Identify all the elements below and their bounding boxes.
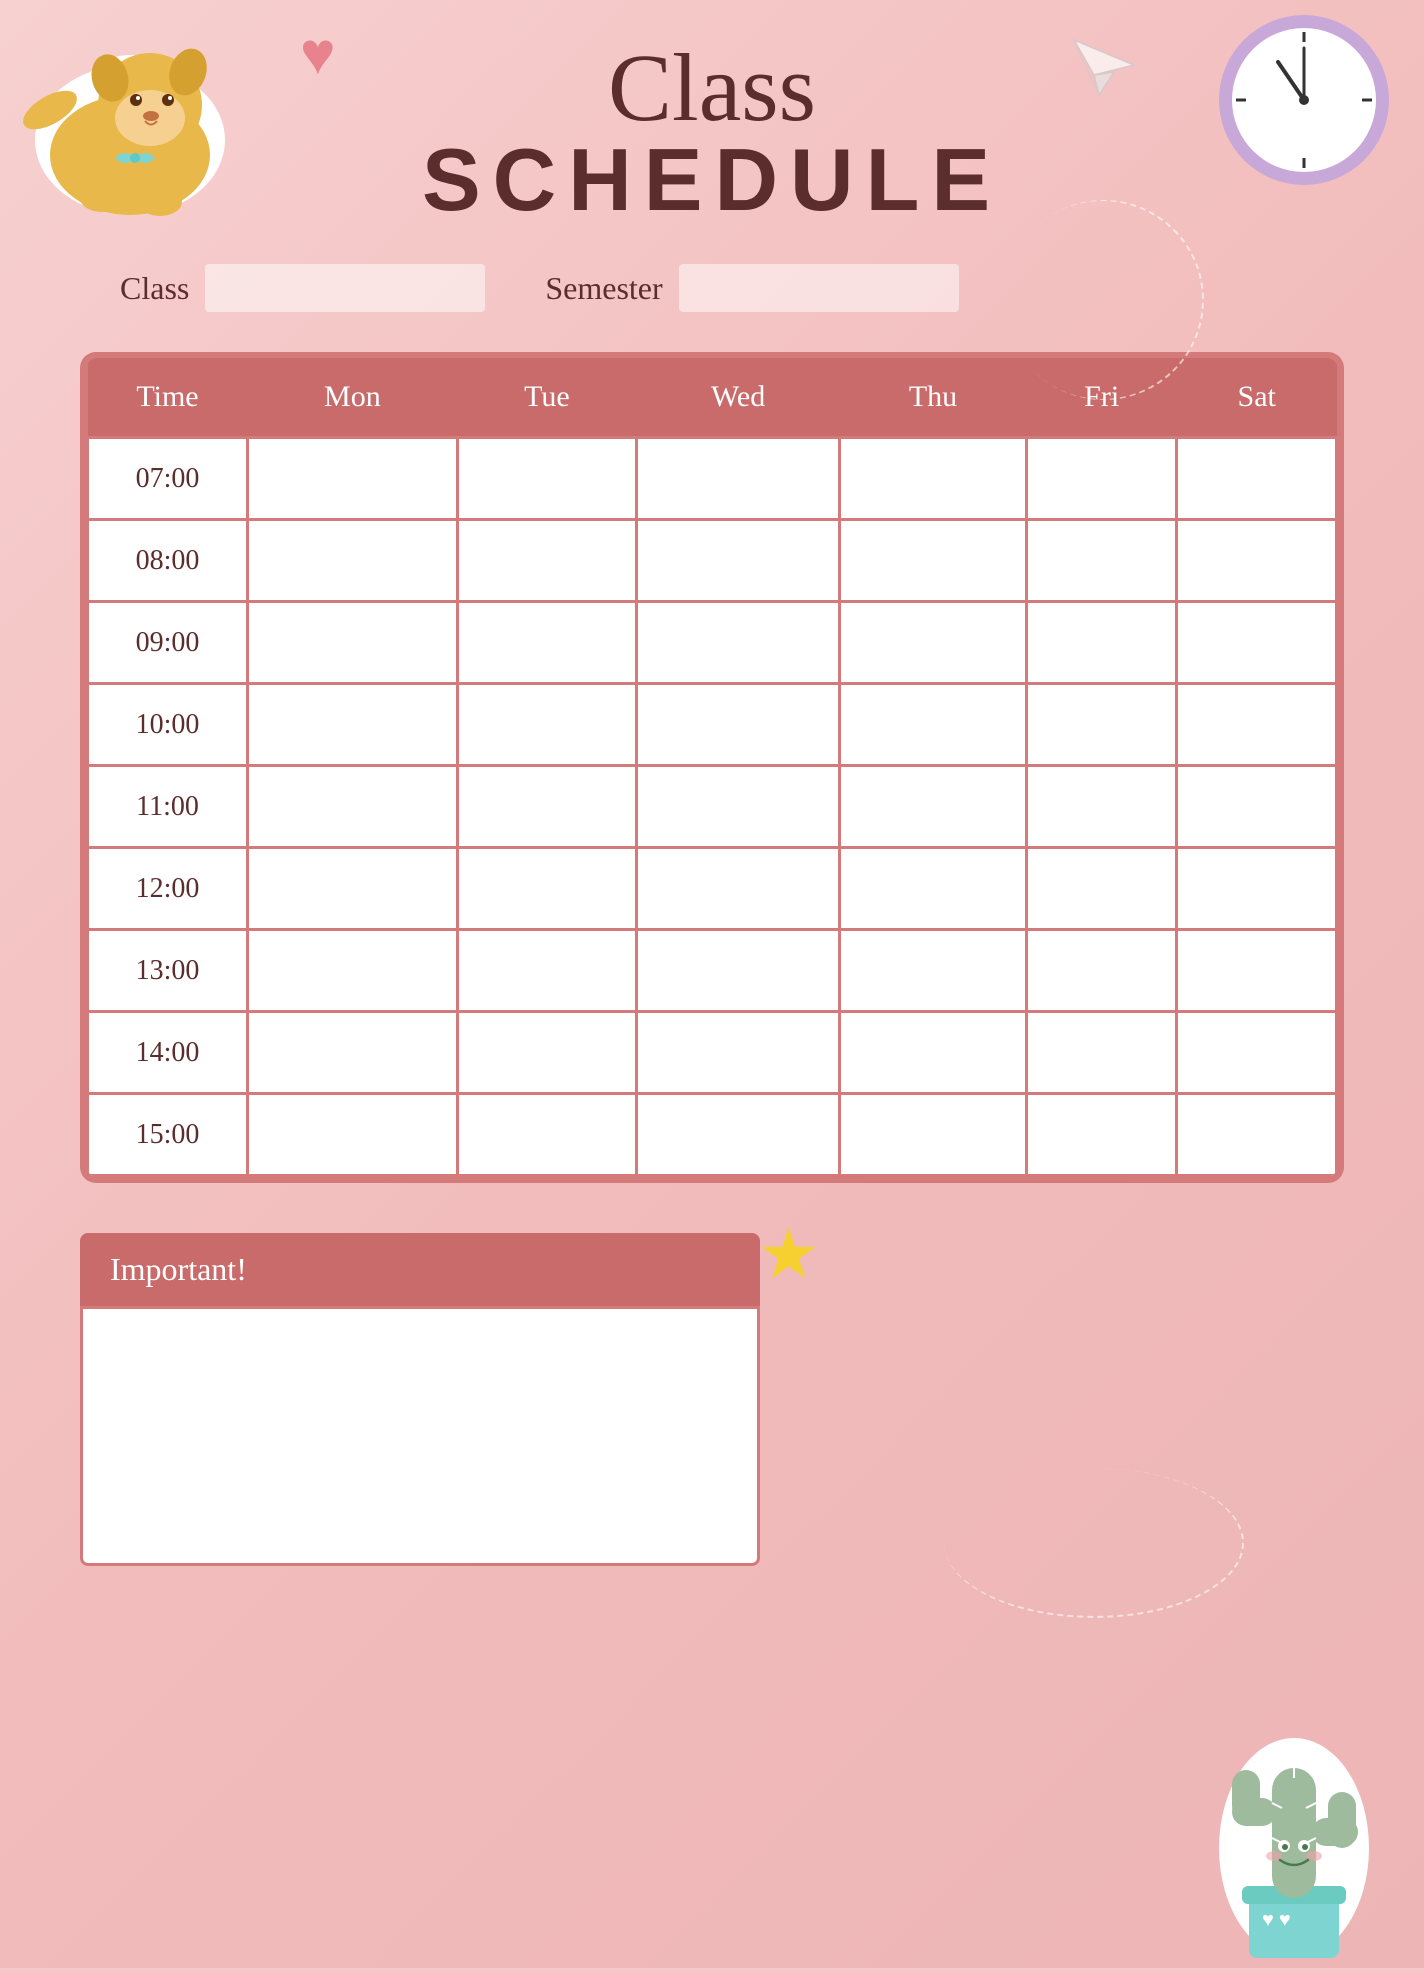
- schedule-cell[interactable]: [248, 848, 458, 930]
- schedule-cell[interactable]: [840, 438, 1027, 520]
- schedule-cell[interactable]: [1026, 684, 1176, 766]
- svg-text:♥ ♥: ♥ ♥: [1262, 1909, 1291, 1931]
- time-cell: 11:00: [88, 766, 248, 848]
- schedule-cell[interactable]: [457, 520, 636, 602]
- table-row: 10:00: [88, 684, 1337, 766]
- time-cell: 13:00: [88, 930, 248, 1012]
- schedule-cell[interactable]: [637, 766, 840, 848]
- title-class-cursive: Class: [80, 40, 1344, 136]
- schedule-cell[interactable]: [248, 602, 458, 684]
- header-mon: Mon: [248, 358, 458, 438]
- table-row: 11:00: [88, 766, 1337, 848]
- schedule-cell[interactable]: [248, 438, 458, 520]
- important-section: Important! ★: [80, 1233, 760, 1566]
- schedule-cell[interactable]: [637, 602, 840, 684]
- time-cell: 07:00: [88, 438, 248, 520]
- class-form-group: Class: [120, 264, 485, 312]
- schedule-cell[interactable]: [248, 1094, 458, 1176]
- schedule-cell[interactable]: [457, 684, 636, 766]
- header-tue: Tue: [457, 358, 636, 438]
- schedule-cell[interactable]: [1026, 848, 1176, 930]
- schedule-cell[interactable]: [1177, 520, 1337, 602]
- time-cell: 09:00: [88, 602, 248, 684]
- schedule-cell[interactable]: [637, 930, 840, 1012]
- schedule-table-wrapper: Time Mon Tue Wed Thu Fri Sat 07:0008:000…: [80, 352, 1344, 1183]
- title-schedule: SCHEDULE: [80, 136, 1344, 224]
- schedule-cell[interactable]: [1177, 766, 1337, 848]
- schedule-cell[interactable]: [637, 438, 840, 520]
- table-row: 13:00: [88, 930, 1337, 1012]
- schedule-cell[interactable]: [637, 520, 840, 602]
- schedule-cell[interactable]: [1177, 602, 1337, 684]
- schedule-cell[interactable]: [1026, 1094, 1176, 1176]
- table-row: 15:00: [88, 1094, 1337, 1176]
- schedule-cell[interactable]: [1177, 1094, 1337, 1176]
- schedule-cell[interactable]: [840, 602, 1027, 684]
- schedule-cell[interactable]: [1026, 438, 1176, 520]
- header-sat: Sat: [1177, 358, 1337, 438]
- schedule-cell[interactable]: [1177, 684, 1337, 766]
- header: Class SCHEDULE: [80, 40, 1344, 224]
- schedule-cell[interactable]: [457, 930, 636, 1012]
- schedule-cell[interactable]: [1026, 766, 1176, 848]
- schedule-cell[interactable]: [457, 766, 636, 848]
- schedule-table: Time Mon Tue Wed Thu Fri Sat 07:0008:000…: [86, 358, 1338, 1177]
- schedule-cell[interactable]: [457, 1094, 636, 1176]
- schedule-cell[interactable]: [1026, 602, 1176, 684]
- cactus-sticker: ♥ ♥: [1194, 1688, 1394, 1948]
- schedule-cell[interactable]: [248, 766, 458, 848]
- schedule-cell[interactable]: [637, 848, 840, 930]
- semester-form-group: Semester: [545, 264, 958, 312]
- class-input[interactable]: [205, 264, 485, 312]
- schedule-cell[interactable]: [840, 1012, 1027, 1094]
- page-container: ♥ Class SCHEDULE: [0, 0, 1424, 1968]
- header-thu: Thu: [840, 358, 1027, 438]
- time-cell: 12:00: [88, 848, 248, 930]
- important-body[interactable]: [80, 1306, 760, 1566]
- schedule-cell[interactable]: [457, 438, 636, 520]
- schedule-cell[interactable]: [1177, 1012, 1337, 1094]
- table-row: 07:00: [88, 438, 1337, 520]
- schedule-cell[interactable]: [840, 930, 1027, 1012]
- schedule-cell[interactable]: [457, 602, 636, 684]
- schedule-cell[interactable]: [637, 1012, 840, 1094]
- schedule-cell[interactable]: [637, 1094, 840, 1176]
- schedule-cell[interactable]: [248, 684, 458, 766]
- important-header: Important!: [80, 1233, 760, 1306]
- schedule-cell[interactable]: [248, 520, 458, 602]
- schedule-cell[interactable]: [248, 1012, 458, 1094]
- time-cell: 14:00: [88, 1012, 248, 1094]
- deco-dashed-circle-bottom: [944, 1468, 1244, 1618]
- schedule-cell[interactable]: [457, 848, 636, 930]
- time-cell: 15:00: [88, 1094, 248, 1176]
- schedule-cell[interactable]: [840, 848, 1027, 930]
- schedule-cell[interactable]: [248, 930, 458, 1012]
- class-label: Class: [120, 270, 189, 307]
- schedule-cell[interactable]: [1177, 930, 1337, 1012]
- schedule-cell[interactable]: [1026, 520, 1176, 602]
- schedule-cell[interactable]: [637, 684, 840, 766]
- schedule-cell[interactable]: [840, 1094, 1027, 1176]
- schedule-cell[interactable]: [840, 684, 1027, 766]
- table-row: 14:00: [88, 1012, 1337, 1094]
- header-wed: Wed: [637, 358, 840, 438]
- semester-label: Semester: [545, 270, 662, 307]
- time-cell: 10:00: [88, 684, 248, 766]
- semester-input[interactable]: [679, 264, 959, 312]
- schedule-cell[interactable]: [1026, 1012, 1176, 1094]
- table-row: 09:00: [88, 602, 1337, 684]
- table-row: 08:00: [88, 520, 1337, 602]
- schedule-cell[interactable]: [1177, 438, 1337, 520]
- time-cell: 08:00: [88, 520, 248, 602]
- header-time: Time: [88, 358, 248, 438]
- table-row: 12:00: [88, 848, 1337, 930]
- schedule-cell[interactable]: [1177, 848, 1337, 930]
- schedule-cell[interactable]: [457, 1012, 636, 1094]
- schedule-cell[interactable]: [1026, 930, 1176, 1012]
- star-sticker: ★: [757, 1213, 820, 1296]
- schedule-cell[interactable]: [840, 520, 1027, 602]
- schedule-cell[interactable]: [840, 766, 1027, 848]
